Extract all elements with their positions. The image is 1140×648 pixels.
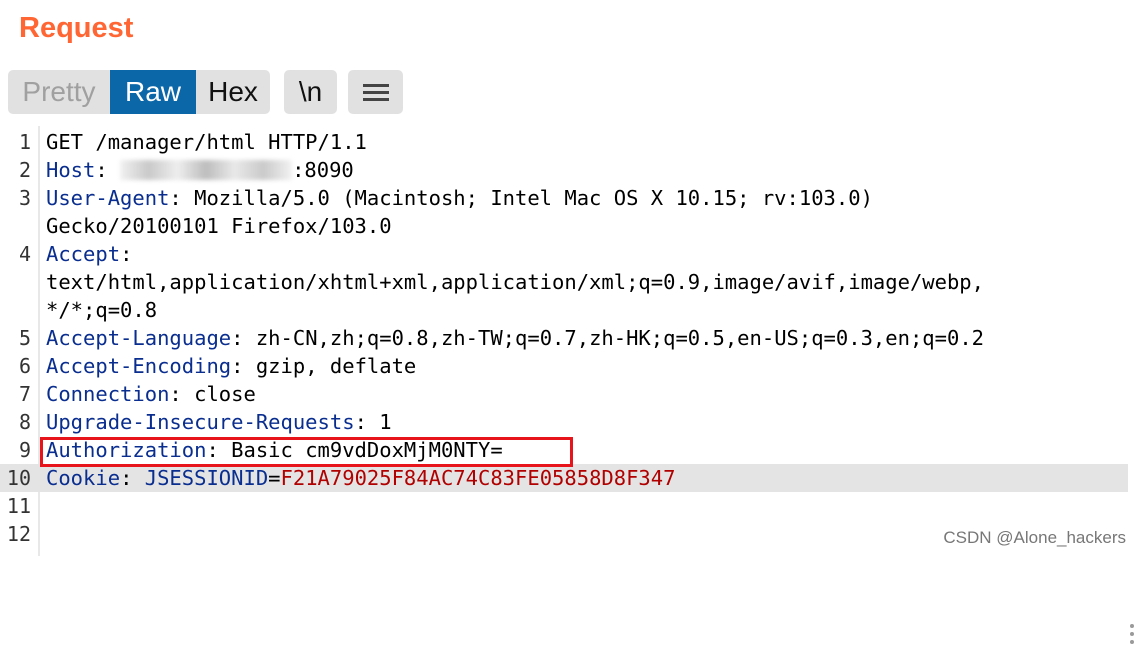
- header-separator: :: [120, 242, 133, 266]
- accept-encoding-header: Accept-Encoding: gzip, deflate: [46, 352, 416, 380]
- line-number: 8: [18, 410, 31, 434]
- menu-group: [348, 70, 403, 114]
- cookie-header: Cookie: JSESSIONID=F21A79025F84AC74C83FE…: [46, 464, 675, 492]
- upgrade-insecure-requests-header: Upgrade-Insecure-Requests: 1: [46, 408, 392, 436]
- line-number: 1: [18, 130, 31, 154]
- header-key: Connection: [46, 382, 170, 406]
- header-value: zh-CN,zh;q=0.8,zh-TW;q=0.7,zh-HK;q=0.5,e…: [255, 326, 985, 350]
- line-number: 4: [18, 242, 31, 266]
- header-value: close: [194, 382, 256, 406]
- line-number: 3: [18, 186, 31, 210]
- redacted-host: [120, 160, 293, 180]
- header-separator: :: [354, 410, 380, 434]
- hex-tab[interactable]: Hex: [196, 70, 270, 114]
- editor-line: 7 Connection: close: [0, 380, 1128, 408]
- watermark: CSDN @Alone_hackers: [943, 528, 1126, 547]
- accept-language-header: Accept-Language: zh-CN,zh;q=0.8,zh-TW;q=…: [46, 324, 984, 352]
- header-separator: :: [120, 466, 145, 490]
- header-key: Accept-Encoding: [46, 354, 232, 378]
- editor-line: 8 Upgrade-Insecure-Requests: 1: [0, 408, 1128, 436]
- line-number: 2: [18, 158, 31, 182]
- authorization-annotation-box: [40, 437, 573, 467]
- header-key: Cookie: [46, 466, 121, 490]
- line-number: 11: [6, 494, 31, 518]
- request-editor[interactable]: 1 GET /manager/html HTTP/1.1 2 Host: :80…: [0, 126, 1134, 644]
- panel-title: Request: [19, 12, 134, 44]
- header-separator: :: [95, 158, 121, 182]
- user-agent-header: User-Agent: Mozilla/5.0 (Macintosh; Inte…: [46, 184, 873, 212]
- cookie-name: JSESSIONID: [144, 466, 269, 490]
- header-key: Accept-Language: [46, 326, 232, 350]
- header-separator: :: [169, 186, 195, 210]
- line-number: 9: [18, 438, 31, 462]
- header-separator: :: [169, 382, 195, 406]
- line-number: 10: [6, 466, 31, 490]
- cookie-value: F21A79025F84AC74C83FE05858D8F347: [280, 466, 676, 490]
- header-key: Host: [46, 158, 96, 182]
- header-value: gzip, deflate: [255, 354, 417, 378]
- line-number: 5: [18, 326, 31, 350]
- line-number: 12: [6, 522, 31, 546]
- accept-header: Accept:: [46, 240, 132, 268]
- editor-line: 11: [0, 492, 1128, 520]
- editor-line: 6 Accept-Encoding: gzip, deflate: [0, 352, 1128, 380]
- connection-header: Connection: close: [46, 380, 256, 408]
- editor-line: 1 GET /manager/html HTTP/1.1: [0, 128, 1128, 156]
- header-key: User-Agent: [46, 186, 170, 210]
- editor-line-wrap: text/html,application/xhtml+xml,applicat…: [0, 268, 1128, 296]
- line-number: 7: [18, 382, 31, 406]
- header-value-continued: text/html,application/xhtml+xml,applicat…: [46, 270, 984, 294]
- editor-line-highlighted: 10 Cookie: JSESSIONID=F21A79025F84AC74C8…: [0, 464, 1128, 492]
- show-newlines-button[interactable]: \n: [284, 70, 337, 114]
- view-mode-group: Pretty Raw Hex: [8, 70, 270, 114]
- header-value-continued: */*;q=0.8: [46, 298, 158, 322]
- more-options-icon[interactable]: [1128, 624, 1136, 648]
- editor-line: 4 Accept:: [0, 240, 1128, 268]
- header-separator: :: [231, 326, 256, 350]
- header-value-continued: Gecko/20100101 Firefox/103.0: [46, 214, 392, 238]
- editor-line: 2 Host: :8090: [0, 156, 1128, 184]
- editor-line: 3 User-Agent: Mozilla/5.0 (Macintosh; In…: [0, 184, 1128, 212]
- hamburger-menu-icon: [362, 84, 389, 101]
- editor-line-wrap: Gecko/20100101 Firefox/103.0: [0, 212, 1128, 240]
- menu-button[interactable]: [348, 70, 403, 114]
- cookie-equals: =: [268, 466, 281, 490]
- header-key: Upgrade-Insecure-Requests: [46, 410, 355, 434]
- host-header: Host: :8090: [46, 156, 354, 184]
- editor-line-wrap: */*;q=0.8: [0, 296, 1128, 324]
- pretty-tab[interactable]: Pretty: [8, 70, 110, 114]
- header-key: Accept: [46, 242, 121, 266]
- raw-tab[interactable]: Raw: [110, 70, 196, 114]
- newline-toggle-group: \n: [284, 70, 337, 114]
- line-number: 6: [18, 354, 31, 378]
- header-separator: :: [231, 354, 256, 378]
- header-value: 1: [379, 410, 392, 434]
- editor-line: 5 Accept-Language: zh-CN,zh;q=0.8,zh-TW;…: [0, 324, 1128, 352]
- header-value: :8090: [292, 158, 354, 182]
- header-value: Mozilla/5.0 (Macintosh; Intel Mac OS X 1…: [194, 186, 873, 210]
- request-line: GET /manager/html HTTP/1.1: [46, 130, 367, 154]
